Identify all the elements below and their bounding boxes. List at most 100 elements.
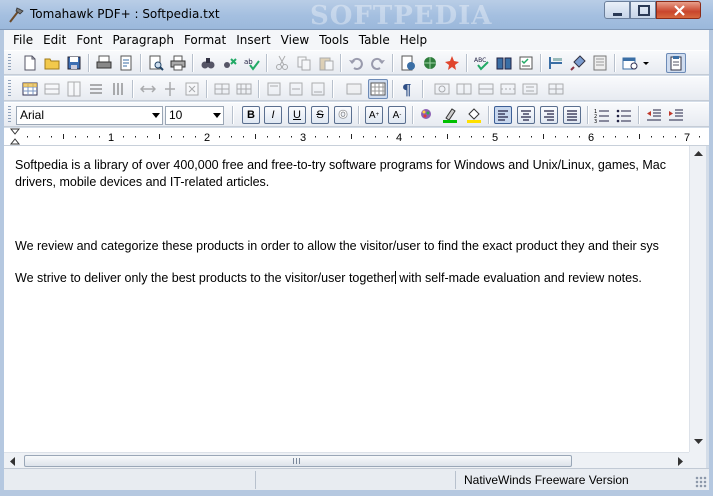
cell-align-top-icon[interactable] (264, 79, 284, 99)
paste-icon[interactable] (316, 53, 336, 73)
menu-font[interactable]: Font (71, 33, 107, 47)
chevron-down-icon[interactable] (640, 53, 652, 73)
indent-marker-icon[interactable] (9, 128, 21, 145)
insert-table-icon[interactable] (20, 79, 40, 99)
new-document-icon[interactable] (20, 53, 40, 73)
print-preview-icon[interactable] (146, 53, 166, 73)
align-right-button[interactable] (540, 106, 558, 124)
web-export-icon[interactable] (420, 53, 440, 73)
document-editor[interactable]: Softpedia is a library of over 400,000 f… (4, 146, 689, 452)
redo-icon[interactable] (368, 53, 388, 73)
cell-align-middle-icon[interactable] (286, 79, 306, 99)
format-painter-icon[interactable] (568, 53, 588, 73)
italic-button[interactable]: I (264, 106, 282, 124)
frame-icon[interactable] (344, 79, 364, 99)
decrease-indent-icon[interactable] (644, 105, 664, 125)
pdf-export-icon[interactable] (398, 53, 418, 73)
copy-icon[interactable] (294, 53, 314, 73)
resize-grip-icon[interactable] (695, 476, 707, 488)
menu-table[interactable]: Table (354, 33, 395, 47)
highlight-color-icon[interactable] (440, 105, 460, 125)
section-icon[interactable] (476, 79, 496, 99)
ruler[interactable]: 1 2 3 4 5 6 7 (4, 128, 709, 146)
superscript-button[interactable]: A + (365, 106, 383, 124)
menu-insert[interactable]: Insert (231, 33, 275, 47)
insert-date-icon[interactable] (620, 53, 640, 73)
chevron-down-icon[interactable] (213, 113, 221, 118)
insert-image-icon[interactable] (442, 53, 462, 73)
insert-row-icon[interactable] (42, 79, 62, 99)
maximize-button[interactable] (630, 1, 656, 19)
menu-tools[interactable]: Tools (314, 33, 354, 47)
page-view-icon[interactable] (590, 53, 610, 73)
toolbar-grip[interactable] (8, 106, 11, 124)
bold-button[interactable]: B (242, 106, 260, 124)
replace-icon[interactable] (220, 53, 240, 73)
chevron-down-icon[interactable] (152, 113, 160, 118)
horizontal-scrollbar[interactable] (4, 452, 689, 468)
menu-file[interactable]: File (4, 33, 38, 47)
print-icon[interactable] (168, 53, 188, 73)
delete-table-icon[interactable] (182, 79, 202, 99)
object-icon[interactable] (432, 79, 452, 99)
show-paragraph-marks-icon[interactable]: ¶ (398, 79, 418, 99)
menu-format[interactable]: Format (179, 33, 231, 47)
strikethrough-button[interactable]: S (311, 106, 329, 124)
save-icon[interactable] (64, 53, 84, 73)
cell-borders-icon[interactable] (212, 79, 232, 99)
thesaurus-book-icon[interactable] (494, 53, 514, 73)
justify-button[interactable] (563, 106, 581, 124)
menu-edit[interactable]: Edit (38, 33, 71, 47)
menu-paragraph[interactable]: Paragraph (107, 33, 178, 47)
scroll-up-icon[interactable] (690, 146, 707, 162)
table-properties-icon[interactable] (546, 79, 566, 99)
column-layout-icon[interactable] (454, 79, 474, 99)
open-folder-icon[interactable] (42, 53, 62, 73)
field-icon[interactable] (520, 79, 540, 99)
split-cells-icon[interactable] (160, 79, 180, 99)
insert-column-icon[interactable] (64, 79, 84, 99)
underline-button[interactable]: U (288, 106, 306, 124)
show-grid-icon[interactable] (368, 79, 388, 99)
toolbar-grip[interactable] (8, 80, 11, 98)
spell-check-abc-icon[interactable]: ab (242, 53, 262, 73)
undo-icon[interactable] (346, 53, 366, 73)
page-break-icon[interactable] (498, 79, 518, 99)
title-bar[interactable]: Tomahawk PDF+ : Softpedia.txt SOFTPEDIA (0, 0, 713, 31)
increase-indent-icon[interactable] (666, 105, 686, 125)
minimize-button[interactable] (604, 1, 630, 19)
page-setup-icon[interactable] (116, 53, 136, 73)
align-left-button[interactable] (494, 106, 512, 124)
toolbar-grip[interactable] (8, 54, 11, 72)
scroll-right-icon[interactable] (672, 453, 689, 469)
numbered-list-icon[interactable]: 123 (592, 105, 612, 125)
font-color-icon[interactable] (416, 105, 436, 125)
horizontal-scroll-thumb[interactable] (24, 455, 572, 467)
outline-button[interactable]: O (334, 106, 352, 124)
print-setup-icon[interactable] (94, 53, 114, 73)
clipboard-toggle-icon[interactable] (666, 53, 686, 73)
merge-cells-icon[interactable] (138, 79, 158, 99)
find-icon[interactable] (198, 53, 218, 73)
cell-align-bottom-icon[interactable] (308, 79, 328, 99)
menu-help[interactable]: Help (395, 33, 432, 47)
delete-row-icon[interactable] (86, 79, 106, 99)
header-footer-icon[interactable] (546, 53, 566, 73)
background-color-icon[interactable] (464, 105, 484, 125)
cut-icon[interactable] (272, 53, 292, 73)
menu-view[interactable]: View (276, 33, 314, 47)
font-name-select[interactable]: Arial (16, 106, 163, 125)
close-button[interactable] (656, 1, 701, 19)
word-count-icon[interactable] (516, 53, 536, 73)
grid-lines-icon[interactable] (234, 79, 254, 99)
font-size-select[interactable]: 10 (165, 106, 224, 125)
subscript-button[interactable]: A- (388, 106, 406, 124)
scroll-left-icon[interactable] (4, 453, 21, 469)
delete-column-icon[interactable] (108, 79, 128, 99)
spelling-icon[interactable]: ABC (472, 53, 492, 73)
vertical-scrollbar[interactable] (689, 146, 706, 452)
bulleted-list-icon[interactable] (614, 105, 634, 125)
align-center-button[interactable] (517, 106, 535, 124)
tomahawk-icon[interactable] (7, 6, 25, 24)
scroll-down-icon[interactable] (690, 434, 707, 450)
